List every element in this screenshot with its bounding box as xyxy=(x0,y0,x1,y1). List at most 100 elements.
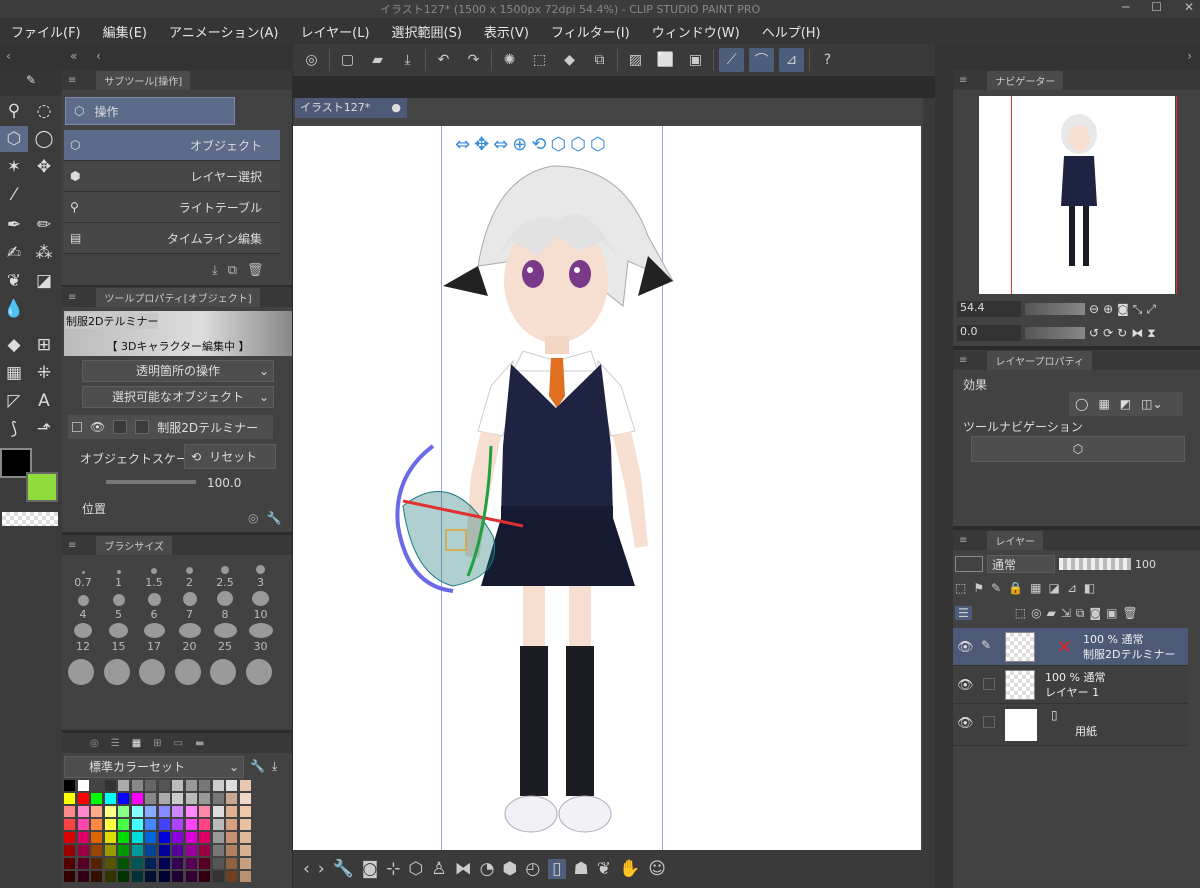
select-clear-icon[interactable]: ⬚ xyxy=(527,48,552,72)
color-swatch[interactable] xyxy=(158,806,170,817)
reset-button[interactable]: ⟲ リセット xyxy=(184,444,276,469)
fill-icon[interactable]: ◆ xyxy=(557,48,582,72)
color-swatch[interactable] xyxy=(145,845,156,856)
move-layer-icon[interactable]: ✥ xyxy=(30,154,58,180)
brush-size-large[interactable] xyxy=(210,659,236,685)
color-swatch[interactable] xyxy=(118,806,129,817)
brush-size-large[interactable] xyxy=(103,659,130,685)
color-swatch[interactable] xyxy=(77,858,89,869)
special-ruler-snap-icon[interactable]: ⌒ xyxy=(749,48,774,72)
transparent-color-swatch[interactable] xyxy=(2,512,58,526)
fit-icon[interactable]: ⊹ xyxy=(386,859,400,879)
color-swatch[interactable] xyxy=(77,793,89,804)
flip-icon[interactable]: ⧓ xyxy=(455,859,472,879)
color-swatch[interactable] xyxy=(145,806,156,817)
color-swatch[interactable] xyxy=(158,832,170,843)
tool-property-tab[interactable]: ツールプロパティ[オブジェクト] xyxy=(96,287,260,307)
color-swatch[interactable] xyxy=(145,832,156,843)
maximize-icon[interactable]: ☐ xyxy=(1151,0,1162,14)
color-swatch[interactable] xyxy=(185,793,197,804)
text-icon[interactable]: A xyxy=(30,388,58,414)
open-folder-icon[interactable]: ▰ xyxy=(365,48,390,72)
figure-icon[interactable]: ◸ xyxy=(0,388,28,414)
color-swatch[interactable] xyxy=(145,858,156,869)
color-swatch[interactable] xyxy=(172,871,183,882)
color-swatch[interactable] xyxy=(131,832,143,843)
color-swatch[interactable] xyxy=(104,819,116,830)
color-swatch[interactable] xyxy=(145,780,156,791)
color-swatch[interactable] xyxy=(158,780,170,791)
color-swatch[interactable] xyxy=(77,871,89,882)
color-swatch[interactable] xyxy=(118,832,129,843)
layer-row-1[interactable]: 👁 100 % 通常 レイヤー 1 xyxy=(953,666,1188,704)
object-3d-icon[interactable]: ⬢ xyxy=(502,859,517,879)
color-swatch[interactable] xyxy=(185,858,197,869)
brush-size-25[interactable]: 25 xyxy=(208,623,242,653)
effect-line-icon[interactable]: ⁜ xyxy=(30,360,58,386)
decoration-icon[interactable]: ❦ xyxy=(0,268,28,294)
pose-icon[interactable]: ♙ xyxy=(431,859,446,879)
flip-horizontal-icon[interactable]: ⧓ xyxy=(1131,326,1143,340)
color-swatch[interactable] xyxy=(226,871,237,882)
menu-file[interactable]: ファイル(F) xyxy=(0,22,92,41)
brush-size-20[interactable]: 20 xyxy=(173,623,207,653)
color-swatch[interactable] xyxy=(91,819,102,830)
brush-icon[interactable]: ✍ xyxy=(0,240,28,266)
color-set-icon[interactable]: ▦ xyxy=(132,738,141,749)
merge-icon[interactable]: ⧉ xyxy=(1076,606,1085,621)
zoom-value[interactable]: 54.4 xyxy=(957,301,1021,317)
zoom-slider[interactable] xyxy=(1025,303,1085,315)
wrench-icon[interactable]: 🔧 xyxy=(266,511,281,525)
wrench-icon[interactable]: 🔧 xyxy=(333,859,354,879)
color-swatch[interactable] xyxy=(104,845,116,856)
border-effect-icon[interactable]: ◯ xyxy=(1075,397,1088,411)
color-swatch[interactable] xyxy=(77,845,89,856)
color-swatch[interactable] xyxy=(172,793,183,804)
color-swatch[interactable] xyxy=(131,780,143,791)
eye-icon[interactable]: 👁 xyxy=(90,420,105,434)
tool-navigation-button[interactable]: ⬡ xyxy=(971,436,1185,462)
subtool-item-light-table[interactable]: ⚲ ライトテーブル xyxy=(64,192,280,223)
chevron-left-icon[interactable]: ‹ xyxy=(96,49,101,63)
3d-character[interactable] xyxy=(373,146,793,858)
menu-selection[interactable]: 選択範囲(S) xyxy=(381,22,473,41)
lock-checkbox[interactable] xyxy=(113,420,128,434)
color-swatch[interactable] xyxy=(104,858,116,869)
loading-icon[interactable]: ✺ xyxy=(497,48,522,72)
actual-size-icon[interactable]: ◙ xyxy=(1117,302,1129,316)
frame-icon[interactable]: ⊞ xyxy=(30,332,58,358)
brush-size-10[interactable]: 10 xyxy=(244,591,278,621)
fit-window-icon[interactable]: ⤡ xyxy=(1133,302,1143,317)
color-swatch[interactable] xyxy=(91,793,102,804)
vertical-scrollbar[interactable] xyxy=(923,98,935,858)
color-swatch[interactable] xyxy=(226,819,237,830)
color-swatch[interactable] xyxy=(172,806,183,817)
color-swatch[interactable] xyxy=(145,871,156,882)
color-swatch[interactable] xyxy=(199,871,210,882)
hand-icon[interactable]: ✋ xyxy=(619,859,640,879)
color-swatch[interactable] xyxy=(64,845,75,856)
brush-size-12[interactable]: 12 xyxy=(66,623,100,653)
color-swatch[interactable] xyxy=(77,819,89,830)
trash-icon[interactable]: 🗑 xyxy=(1122,606,1137,620)
blend-mode-dropdown[interactable]: 通常 xyxy=(987,555,1055,573)
color-swatch[interactable] xyxy=(172,845,183,856)
color-swatch[interactable] xyxy=(199,806,210,817)
color-swatch[interactable] xyxy=(212,858,224,869)
brush-size-1[interactable]: 1 xyxy=(102,559,136,589)
color-swatch[interactable] xyxy=(131,845,143,856)
redo-icon[interactable]: ↷ xyxy=(461,48,486,72)
subtool-group-button[interactable]: ⬡ 操作 xyxy=(65,97,235,125)
zoom-in-icon[interactable]: ⊕ xyxy=(1103,302,1113,316)
color-swatch[interactable] xyxy=(172,819,183,830)
new-vector-layer-icon[interactable]: ◎ xyxy=(1031,606,1041,620)
color-palette[interactable] xyxy=(64,780,279,888)
subtool-item-layer-select[interactable]: ⬢ レイヤー選択 xyxy=(64,161,280,192)
layer-checkbox[interactable] xyxy=(983,678,995,690)
color-swatch[interactable] xyxy=(212,871,224,882)
color-swatch[interactable] xyxy=(239,819,251,830)
color-swatch[interactable] xyxy=(199,793,210,804)
ruler-snap-icon[interactable]: ⟋ xyxy=(719,48,744,72)
color-swatch[interactable] xyxy=(172,832,183,843)
color-swatch[interactable] xyxy=(185,832,197,843)
